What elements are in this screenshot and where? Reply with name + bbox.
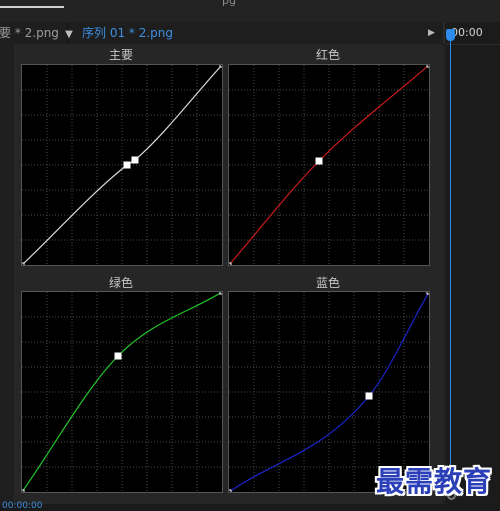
timeline-panel[interactable]: 00:00 (445, 22, 500, 511)
chevron-down-icon[interactable]: ▼ (62, 24, 76, 46)
curve-graph-green[interactable] (21, 291, 223, 493)
curve-title-green: 绿色 (108, 276, 133, 290)
bottom-status-strip: 00:00:00 (0, 501, 500, 511)
play-icon[interactable]: ▶ (428, 22, 435, 44)
curve-control-point (219, 65, 222, 68)
curve-control-point (22, 489, 25, 492)
curve-title-blue: 蓝色 (315, 276, 340, 290)
curve-control-point (365, 392, 373, 400)
playhead-handle[interactable] (446, 29, 455, 41)
curve-graph-red[interactable] (228, 64, 430, 266)
curve-title-main: 主要 (108, 48, 133, 62)
watermark-logo: 最需教育 (376, 465, 493, 498)
curve-title-red: 红色 (315, 48, 340, 62)
curve-svg-green (22, 292, 222, 492)
curve-control-point (123, 161, 131, 169)
panel-header-strip: pg (0, 0, 500, 22)
curve-control-point (219, 292, 222, 295)
rgb-curves-panel: 主要 红色 绿色 蓝色 (14, 44, 442, 504)
sequence-tab-bar: 主要 * 2.png ▼ 序列 01 * 2.png ▶ (0, 22, 445, 45)
curve-control-point (426, 292, 429, 295)
curve-graph-main[interactable] (21, 64, 223, 266)
bottom-timecode: 00:00:00 (2, 501, 43, 511)
curve-control-point (131, 156, 139, 164)
curve-control-point (114, 352, 122, 360)
timecode-label: 00:00 (451, 26, 483, 39)
curve-control-point (426, 65, 429, 68)
curve-control-point (315, 157, 323, 165)
curve-control-point (22, 262, 25, 265)
left-panel-edge (0, 44, 15, 504)
active-panel-indicator (0, 6, 64, 8)
curve-svg-red (229, 65, 429, 265)
curve-control-point (229, 489, 232, 492)
tab-main-clip-label: 主要 * 2.png (0, 26, 59, 40)
curve-svg-main (22, 65, 222, 265)
curve-control-point (229, 262, 232, 265)
premiere-window: pg 主要 * 2.png ▼ 序列 01 * 2.png ▶ 主要 红色 绿色 … (0, 0, 500, 511)
tab-sequence[interactable]: ▼ 序列 01 * 2.png (62, 22, 173, 44)
tab-sequence-label: 序列 01 * 2.png (82, 26, 174, 40)
playhead-line[interactable] (450, 34, 451, 494)
panel-tab-fragment[interactable]: pg (222, 0, 236, 7)
tab-main-clip[interactable]: 主要 * 2.png (0, 22, 68, 44)
